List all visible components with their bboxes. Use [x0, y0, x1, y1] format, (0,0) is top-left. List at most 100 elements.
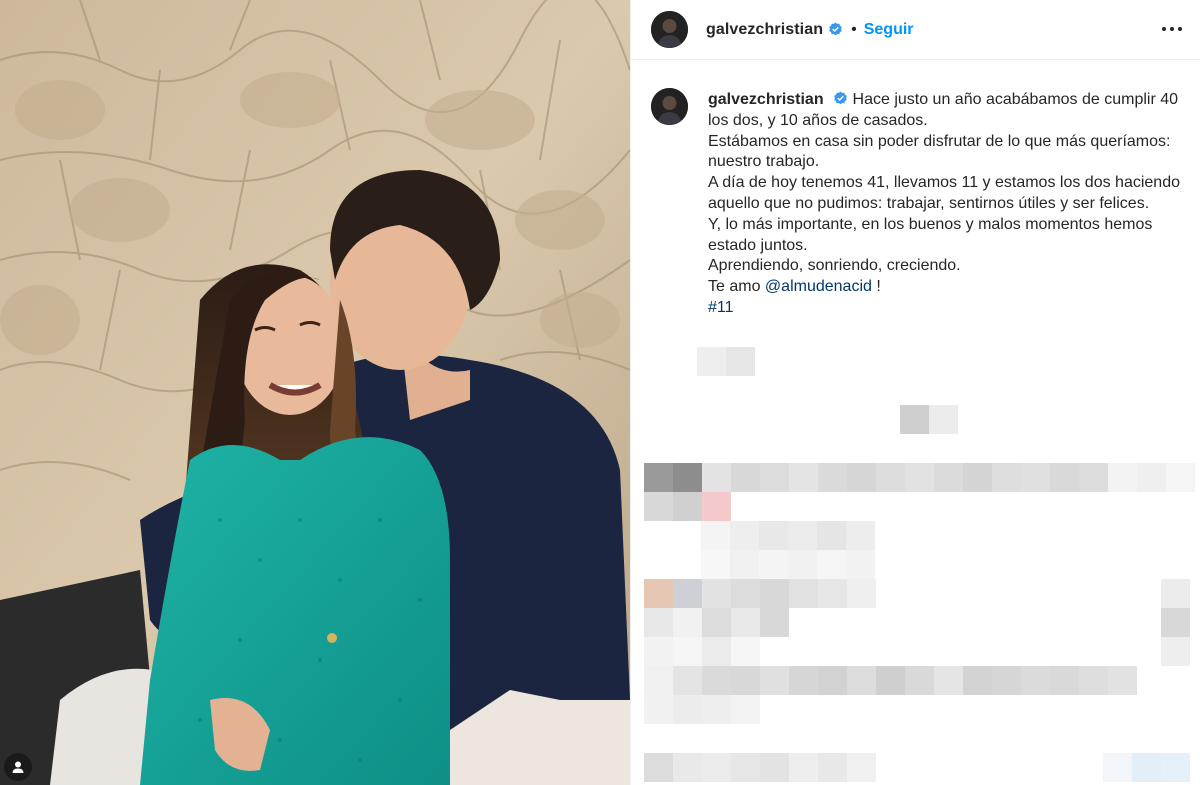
blurred-pixel [731, 753, 760, 782]
blurred-pixel [905, 666, 934, 695]
blurred-pixel [730, 550, 759, 579]
blurred-pixel [673, 753, 702, 782]
blurred-pixel [702, 579, 731, 608]
blurred-pixel [846, 550, 875, 579]
blurred-pixel [876, 666, 905, 695]
blurred-pixel [818, 579, 847, 608]
blurred-pixel [846, 521, 875, 550]
blurred-pixel [847, 463, 876, 492]
blurred-pixel [818, 463, 847, 492]
blurred-pixel [731, 695, 760, 724]
blurred-pixel [1021, 463, 1050, 492]
blurred-pixel [1050, 666, 1079, 695]
blurred-pixel [760, 608, 789, 637]
avatar[interactable] [651, 11, 688, 48]
blurred-pixel [847, 753, 876, 782]
blurred-pixel [644, 579, 673, 608]
blurred-pixel [673, 608, 702, 637]
post-caption: galvezchristian Hace justo un año acabáb… [651, 88, 1196, 319]
blurred-pixel [818, 666, 847, 695]
blurred-pixel [760, 463, 789, 492]
blurred-pixel [1079, 463, 1108, 492]
blurred-pixel [1103, 753, 1132, 782]
blurred-pixel [673, 695, 702, 724]
blurred-pixel [1161, 753, 1190, 782]
blurred-pixel [644, 753, 673, 782]
blurred-pixel [760, 579, 789, 608]
blurred-pixel [905, 463, 934, 492]
blurred-pixel [730, 521, 759, 550]
blurred-pixel [673, 492, 702, 521]
blurred-pixel [992, 666, 1021, 695]
blurred-pixel [731, 463, 760, 492]
blurred-pixel [1137, 463, 1166, 492]
separator-dot: • [851, 20, 857, 38]
blurred-pixel [789, 463, 818, 492]
caption-line-6-prefix: Te amo [708, 278, 761, 296]
blurred-pixel [731, 666, 760, 695]
blurred-pixel [934, 463, 963, 492]
blurred-pixel [644, 492, 673, 521]
post-photo[interactable] [0, 0, 630, 785]
blurred-pixel [900, 405, 929, 434]
blurred-pixel [759, 550, 788, 579]
blurred-pixel [731, 637, 760, 666]
username[interactable]: galvezchristian [706, 21, 823, 39]
blurred-pixel [1108, 463, 1137, 492]
blurred-pixel [1079, 666, 1108, 695]
blurred-pixel [702, 753, 731, 782]
post-side-panel: galvezchristian • Seguir galvezchristian… [630, 0, 1200, 785]
more-options-icon[interactable] [1157, 14, 1187, 44]
blurred-pixel [1108, 666, 1137, 695]
blurred-pixel [702, 463, 731, 492]
blurred-pixel [697, 347, 726, 376]
blurred-pixel [644, 666, 673, 695]
verified-badge-icon [829, 22, 842, 36]
blurred-pixel [1021, 666, 1050, 695]
follow-button[interactable]: Seguir [864, 21, 914, 39]
blurred-pixel [992, 463, 1021, 492]
blurred-pixel [789, 666, 818, 695]
blurred-pixel [731, 579, 760, 608]
blurred-pixel [929, 405, 958, 434]
blurred-pixel [788, 521, 817, 550]
blurred-pixel [673, 637, 702, 666]
blurred-pixel [1161, 579, 1190, 608]
mention-link[interactable]: @almudenacid [765, 278, 872, 295]
blurred-pixel [701, 550, 730, 579]
hashtag-link[interactable]: #11 [708, 299, 734, 316]
caption-line-4: Y, lo más importante, en los buenos y ma… [708, 215, 1153, 254]
blurred-pixel [702, 637, 731, 666]
caption-username[interactable]: galvezchristian [708, 91, 824, 108]
blurred-pixel [644, 637, 673, 666]
blurred-pixel [1132, 753, 1161, 782]
blurred-pixel [789, 579, 818, 608]
blurred-pixel [759, 521, 788, 550]
blurred-pixel [934, 666, 963, 695]
blurred-pixel [876, 463, 905, 492]
blurred-pixel [1161, 608, 1190, 637]
blurred-pixel [702, 666, 731, 695]
blurred-pixel [702, 492, 731, 521]
caption-avatar[interactable] [651, 88, 688, 125]
blurred-pixel [644, 608, 673, 637]
blurred-pixel [847, 666, 876, 695]
blurred-pixel [673, 666, 702, 695]
blurred-pixel [1161, 637, 1190, 666]
blurred-pixel [817, 550, 846, 579]
blurred-pixel [963, 666, 992, 695]
blurred-pixel [818, 753, 847, 782]
blurred-pixel [760, 666, 789, 695]
post-header: galvezchristian • Seguir [631, 0, 1200, 60]
blurred-pixel [701, 521, 730, 550]
tagged-user-icon[interactable] [4, 753, 32, 781]
caption-line-6-suffix: ! [876, 278, 881, 296]
blurred-pixel [789, 753, 818, 782]
blurred-pixel [760, 753, 789, 782]
caption-line-3: A día de hoy tenemos 41, llevamos 11 y e… [708, 174, 1180, 212]
blurred-pixel [702, 608, 731, 637]
photo-image [0, 0, 630, 785]
blurred-pixel [673, 463, 702, 492]
blurred-pixel [1050, 463, 1079, 492]
blurred-pixel [1166, 463, 1195, 492]
